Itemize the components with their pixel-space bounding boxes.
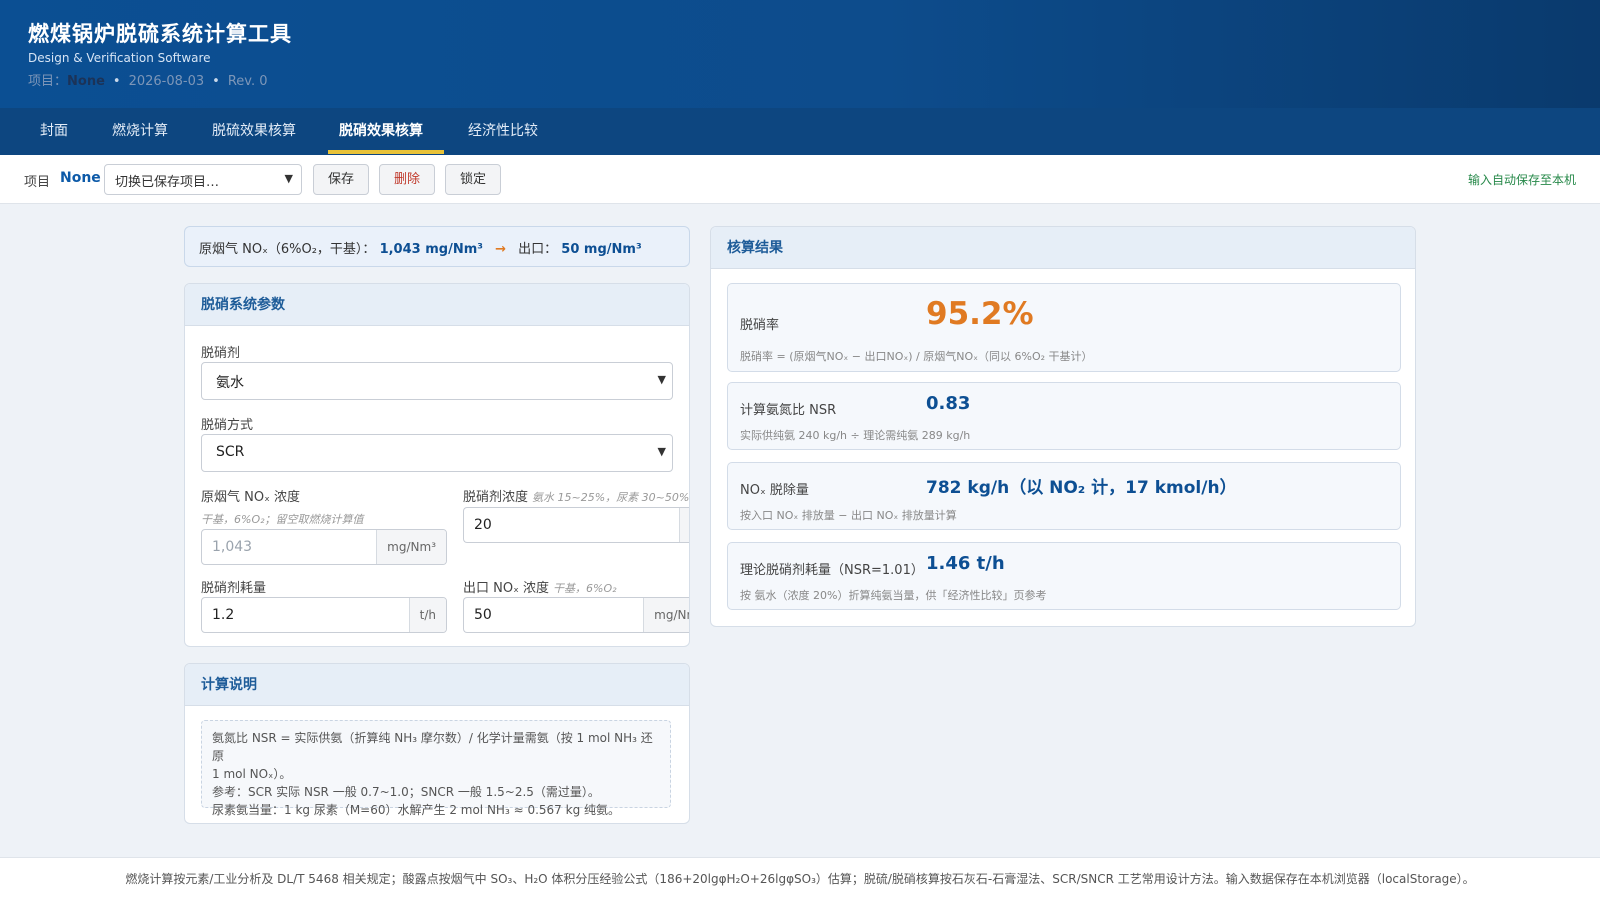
nox-summary-banner: 原烟气 NOₓ（6%O₂，干基）： 1,043 mg/Nm³ → 出口： 50 … <box>184 226 690 267</box>
results-card-title: 核算结果 <box>711 227 1415 269</box>
project-switch-select[interactable]: 切换已保存项目… ▼ <box>104 164 302 195</box>
project-switch-value: 切换已保存项目… <box>115 175 220 190</box>
summary-outlet-value: 50 mg/Nm³ <box>561 242 642 257</box>
result-note: 脱硝率 = (原烟气NOₓ − 出口NOₓ) / 原烟气NOₓ（同以 6%O₂ … <box>740 350 1093 363</box>
result-label: 计算氨氮比 NSR <box>740 403 837 418</box>
agent-conc-label: 脱硝剂浓度 氨水 15~25%，尿素 30~50% <box>463 486 689 505</box>
project-meta: 项目：None • 2026-08-03 • Rev. 0 <box>28 70 267 89</box>
app-title: 燃煤锅炉脱硫系统计算工具 <box>28 22 292 46</box>
results-card: 核算结果 脱硝率 95.2% 脱硝率 = (原烟气NOₓ − 出口NOₓ) / … <box>710 226 1416 627</box>
outlet-nox-input[interactable]: 50 mg/Nm³ <box>463 597 689 633</box>
summary-outlet-label: 出口： <box>518 242 558 257</box>
calc-explanation-card: 计算说明 氨氮比 NSR = 实际供氨（折算纯 NH₃ 摩尔数）/ 化学计量需氨… <box>184 663 690 824</box>
denox-params-card: 脱硝系统参数 脱硝剂 氨水 ▼ 脱硝方式 SCR ▼ 原烟气 NOₓ 浓度 干基… <box>184 283 690 647</box>
tab-economics[interactable]: 经济性比较 <box>468 108 538 155</box>
result-note: 按 氨水（浓度 20%）折算纯氨当量，供「经济性比较」页参考 <box>740 589 1047 602</box>
inlet-nox-hint: 干基，6%O₂；留空取燃烧计算值 <box>201 513 364 526</box>
meta-separator: • <box>212 74 220 89</box>
app-subtitle: Design & Verification Software <box>28 51 211 65</box>
meta-separator: • <box>112 74 121 89</box>
params-card-title: 脱硝系统参数 <box>185 284 689 326</box>
method-select-value: SCR <box>216 444 245 460</box>
tab-desulfurization[interactable]: 脱硫效果核算 <box>212 108 296 155</box>
outlet-nox-value: 50 <box>474 607 492 623</box>
delete-button[interactable]: 删除 <box>379 164 435 195</box>
inlet-nox-label: 原烟气 NOₓ 浓度 <box>201 490 300 505</box>
lock-button[interactable]: 锁定 <box>445 164 501 195</box>
explanation-line: 氨氮比 NSR = 实际供氨（折算纯 NH₃ 摩尔数）/ 化学计量需氨（按 1 … <box>212 731 653 763</box>
project-date: 2026-08-03 <box>128 74 205 89</box>
result-value: 782 kg/h（以 NO₂ 计，17 kmol/h） <box>926 478 1237 498</box>
project-meta-label: 项目： <box>28 74 68 89</box>
result-label: 理论脱硝剂耗量（NSR=1.01） <box>740 563 924 578</box>
inlet-nox-placeholder: 1,043 <box>212 539 253 555</box>
inlet-nox-unit: mg/Nm³ <box>376 530 446 564</box>
consumption-input[interactable]: 1.2 t/h <box>201 597 447 633</box>
agent-label: 脱硝剂 <box>201 346 241 361</box>
summary-label: 原烟气 NOₓ（6%O₂，干基）： <box>199 242 376 257</box>
agent-conc-label-text: 脱硝剂浓度 <box>463 490 529 505</box>
result-value: 0.83 <box>926 393 971 414</box>
result-label: 脱硝率 <box>740 318 780 333</box>
result-note: 实际供纯氨 240 kg/h ÷ 理论需纯氨 289 kg/h <box>740 429 971 442</box>
chevron-down-icon: ▼ <box>657 373 666 386</box>
agent-select[interactable]: 氨水 ▼ <box>201 362 673 400</box>
explanation-line: 参考：SCR 实际 NSR 一般 0.7~1.0；SNCR 一般 1.5~2.5… <box>212 785 600 799</box>
inlet-nox-input[interactable]: 1,043 mg/Nm³ <box>201 529 447 565</box>
footer-note: 燃烧计算按元素/工业分析及 DL/T 5468 相关规定；酸露点按烟气中 SO₃… <box>0 857 1600 900</box>
tab-combustion[interactable]: 燃烧计算 <box>112 108 168 155</box>
method-select[interactable]: SCR ▼ <box>201 434 673 472</box>
arrow-right-icon: → <box>495 242 506 257</box>
chevron-down-icon: ▼ <box>284 172 293 185</box>
project-meta-value: None <box>67 74 105 89</box>
active-tab-indicator <box>328 150 444 154</box>
agent-select-value: 氨水 <box>216 375 244 391</box>
main-tabs: 封面 燃烧计算 脱硫效果核算 脱硝效果核算 经济性比较 <box>0 108 1600 155</box>
explanation-line: 尿素氨当量：1 kg 尿素（M=60）水解产生 2 mol NH₃ ≈ 0.56… <box>212 803 620 817</box>
result-item-agent-consumption: 理论脱硝剂耗量（NSR=1.01） 1.46 t/h 按 氨水（浓度 20%）折… <box>727 542 1401 610</box>
tab-denitrification[interactable]: 脱硝效果核算 <box>339 108 423 155</box>
agent-conc-value: 20 <box>474 517 492 533</box>
outlet-nox-unit: mg/Nm³ <box>643 598 689 632</box>
result-value: 95.2% <box>926 296 1034 332</box>
result-item-removal-rate: 脱硝率 95.2% 脱硝率 = (原烟气NOₓ − 出口NOₓ) / 原烟气NO… <box>727 283 1401 372</box>
method-label: 脱硝方式 <box>201 418 254 433</box>
toolbar-project-value: None <box>60 170 101 186</box>
outlet-nox-label: 出口 NOₓ 浓度 干基，6%O₂ <box>463 577 617 596</box>
result-note: 按入口 NOₓ 排放量 − 出口 NOₓ 排放量计算 <box>740 509 957 522</box>
consumption-value: 1.2 <box>212 607 235 623</box>
save-button[interactable]: 保存 <box>313 164 369 195</box>
project-toolbar: 项目 None 切换已保存项目… ▼ 保存 删除 锁定 输入自动保存至本机 <box>0 155 1600 204</box>
agent-conc-hint: 氨水 15~25%，尿素 30~50% <box>532 491 690 504</box>
agent-conc-unit: % <box>678 508 689 542</box>
project-revision: Rev. 0 <box>227 74 268 89</box>
consumption-unit: t/h <box>408 598 446 632</box>
explanation-card-title: 计算说明 <box>185 664 689 706</box>
tab-cover[interactable]: 封面 <box>40 108 68 155</box>
app-header: 燃煤锅炉脱硫系统计算工具 Design & Verification Softw… <box>0 0 1600 108</box>
consumption-label: 脱硝剂耗量 <box>201 581 267 596</box>
outlet-nox-label-text: 出口 NOₓ 浓度 <box>463 581 549 596</box>
chevron-down-icon: ▼ <box>657 445 666 458</box>
result-label: NOₓ 脱除量 <box>740 483 809 498</box>
summary-inlet-value: 1,043 mg/Nm³ <box>379 242 483 257</box>
explanation-text: 氨氮比 NSR = 实际供氨（折算纯 NH₃ 摩尔数）/ 化学计量需氨（按 1 … <box>201 720 671 817</box>
result-item-nox-removed: NOₓ 脱除量 782 kg/h（以 NO₂ 计，17 kmol/h） 按入口 … <box>727 462 1401 530</box>
result-item-nsr: 计算氨氮比 NSR 0.83 实际供纯氨 240 kg/h ÷ 理论需纯氨 28… <box>727 382 1401 450</box>
toolbar-project-label: 项目 <box>24 175 51 190</box>
outlet-nox-hint: 干基，6%O₂ <box>553 582 617 595</box>
agent-conc-input[interactable]: 20 % <box>463 507 689 543</box>
result-value: 1.46 t/h <box>926 553 1005 574</box>
explanation-line: 1 mol NOₓ）。 <box>212 767 292 781</box>
autosave-note: 输入自动保存至本机 <box>1467 173 1576 187</box>
